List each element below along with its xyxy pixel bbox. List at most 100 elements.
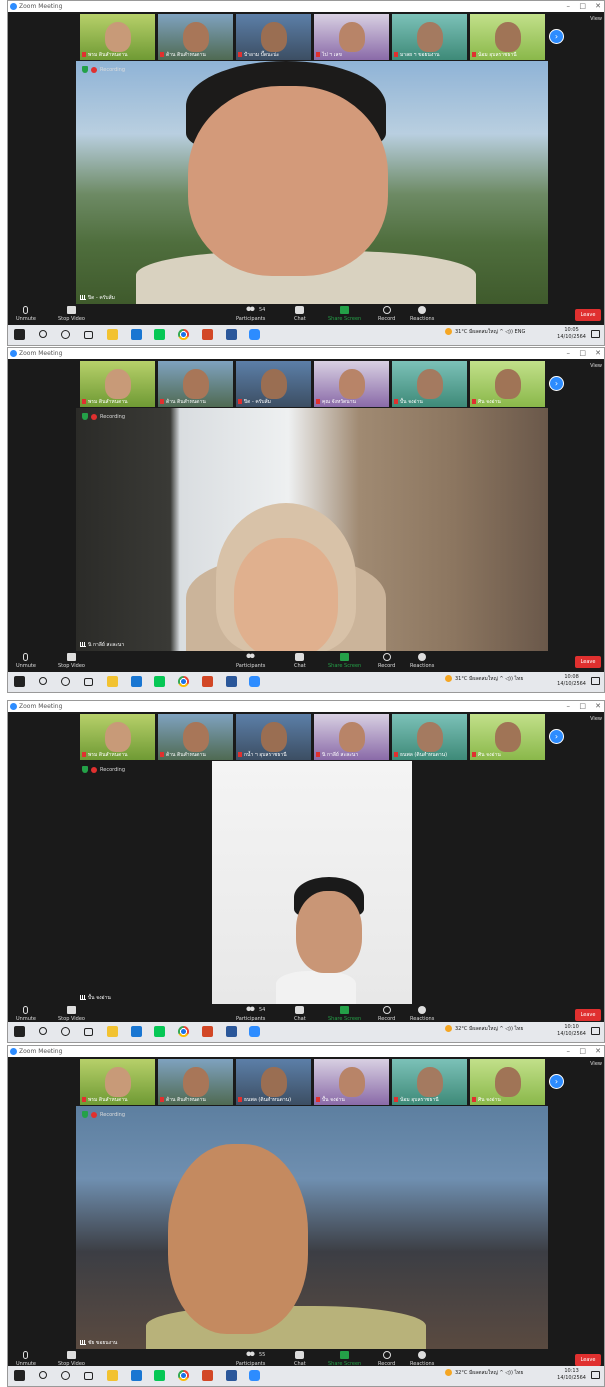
minimize-button[interactable]: –	[567, 349, 571, 357]
start-icon[interactable]	[14, 329, 25, 340]
chrome-icon[interactable]	[178, 676, 189, 687]
search-icon[interactable]	[39, 1027, 47, 1035]
unmute-button[interactable]: Unmute	[16, 653, 36, 669]
notification-icon[interactable]	[591, 330, 600, 338]
line-app-icon[interactable]	[154, 1026, 165, 1037]
share-screen-button[interactable]: Share Screen	[328, 1006, 361, 1022]
mail-icon[interactable]	[131, 676, 142, 687]
word-icon[interactable]	[226, 329, 237, 340]
maximize-button[interactable]: □	[579, 702, 586, 710]
participant-thumbnail[interactable]: ธนพล (ดินสำหนดาน)	[236, 1059, 311, 1105]
participant-thumbnail[interactable]: ด้าน ดินสำหนดาน	[158, 361, 233, 407]
view-button[interactable]: View	[590, 1061, 602, 1067]
cortana-icon[interactable]	[61, 330, 70, 339]
task-view-icon[interactable]	[84, 678, 93, 686]
unmute-button[interactable]: Unmute	[16, 1006, 36, 1022]
participant-thumbnail[interactable]: ด้าน ดินสำหนดาน	[158, 1059, 233, 1105]
participant-thumbnail[interactable]: ไป ฯ เลข	[314, 14, 389, 60]
file-explorer-icon[interactable]	[107, 676, 118, 687]
chat-button[interactable]: Chat	[294, 1351, 306, 1367]
task-view-icon[interactable]	[84, 1372, 93, 1380]
participant-thumbnail[interactable]: พรม ดินสำหนดาน	[80, 14, 155, 60]
mail-icon[interactable]	[131, 329, 142, 340]
next-page-button[interactable]: ›	[549, 29, 564, 44]
word-icon[interactable]	[226, 1026, 237, 1037]
participant-thumbnail[interactable]: ศิน จงอ่าน	[470, 714, 545, 760]
next-page-button[interactable]: ›	[549, 376, 564, 391]
participant-thumbnail[interactable]: ศิน จงอ่าน	[470, 1059, 545, 1105]
chat-button[interactable]: Chat	[294, 653, 306, 669]
share-screen-button[interactable]: Share Screen	[328, 653, 361, 669]
input-language[interactable]: ENG	[515, 329, 526, 335]
stop-video-button[interactable]: Stop Video	[58, 653, 85, 669]
word-icon[interactable]	[226, 1370, 237, 1381]
zoom-app-icon[interactable]	[249, 1370, 260, 1381]
record-button[interactable]: Record	[378, 306, 395, 322]
start-icon[interactable]	[14, 1370, 25, 1381]
file-explorer-icon[interactable]	[107, 329, 118, 340]
cortana-icon[interactable]	[61, 1371, 70, 1380]
participant-thumbnail[interactable]: กน้ำ ฯ อุบลราชธานี	[236, 714, 311, 760]
view-button[interactable]: View	[590, 716, 602, 722]
cortana-icon[interactable]	[61, 677, 70, 686]
input-language[interactable]: ไทย	[515, 1370, 524, 1376]
participant-thumbnail[interactable]: ศิน จงอ่าน	[470, 361, 545, 407]
leave-button[interactable]: Leave	[575, 656, 601, 668]
line-app-icon[interactable]	[154, 329, 165, 340]
stop-video-button[interactable]: Stop Video	[58, 1006, 85, 1022]
chrome-icon[interactable]	[178, 1026, 189, 1037]
share-screen-button[interactable]: Share Screen	[328, 306, 361, 322]
participant-thumbnail[interactable]: น้อม อุบลราชธานี	[470, 14, 545, 60]
stop-video-button[interactable]: Stop Video	[58, 306, 85, 322]
powerpoint-icon[interactable]	[202, 329, 213, 340]
file-explorer-icon[interactable]	[107, 1026, 118, 1037]
unmute-button[interactable]: Unmute	[16, 1351, 36, 1367]
search-icon[interactable]	[39, 330, 47, 338]
participant-thumbnail[interactable]: พรม ดินสำหนดาน	[80, 1059, 155, 1105]
participant-thumbnail[interactable]: ธนพล (ดินสำหนดาน)	[392, 714, 467, 760]
record-button[interactable]: Record	[378, 653, 395, 669]
minimize-button[interactable]: –	[567, 702, 571, 710]
share-screen-button[interactable]: Share Screen	[328, 1351, 361, 1367]
chrome-icon[interactable]	[178, 329, 189, 340]
view-button[interactable]: View	[590, 363, 602, 369]
close-button[interactable]: ✕	[595, 349, 601, 357]
participant-thumbnail[interactable]: น้อม อุบลราชธานี	[392, 1059, 467, 1105]
participant-thumbnail[interactable]: ป้าอาม ปั๊ดนะน่ะ	[236, 14, 311, 60]
stop-video-button[interactable]: Stop Video	[58, 1351, 85, 1367]
notification-icon[interactable]	[591, 677, 600, 685]
close-button[interactable]: ✕	[595, 702, 601, 710]
participant-thumbnail[interactable]: พรม ดินสำหนดาน	[80, 361, 155, 407]
participant-thumbnail[interactable]: มาลย ฯ ขอยนงาน	[392, 14, 467, 60]
leave-button[interactable]: Leave	[575, 1009, 601, 1021]
view-button[interactable]: View	[590, 16, 602, 22]
minimize-button[interactable]: –	[567, 1047, 571, 1055]
maximize-button[interactable]: □	[579, 349, 586, 357]
chrome-icon[interactable]	[178, 1370, 189, 1381]
line-app-icon[interactable]	[154, 676, 165, 687]
line-app-icon[interactable]	[154, 1370, 165, 1381]
search-icon[interactable]	[39, 677, 47, 685]
participants-button[interactable]: Participants	[236, 653, 265, 669]
participant-thumbnail[interactable]: ปั้น จงอ่าน	[392, 361, 467, 407]
word-icon[interactable]	[226, 676, 237, 687]
participant-thumbnail[interactable]: ปิด - ครับส้ม	[236, 361, 311, 407]
mail-icon[interactable]	[131, 1026, 142, 1037]
record-button[interactable]: Record	[378, 1006, 395, 1022]
start-icon[interactable]	[14, 676, 25, 687]
reactions-button[interactable]: Reactions	[410, 306, 434, 322]
mail-icon[interactable]	[131, 1370, 142, 1381]
search-icon[interactable]	[39, 1371, 47, 1379]
powerpoint-icon[interactable]	[202, 1026, 213, 1037]
start-icon[interactable]	[14, 1026, 25, 1037]
cortana-icon[interactable]	[61, 1027, 70, 1036]
maximize-button[interactable]: □	[579, 2, 586, 10]
powerpoint-icon[interactable]	[202, 1370, 213, 1381]
maximize-button[interactable]: □	[579, 1047, 586, 1055]
chat-button[interactable]: Chat	[294, 306, 306, 322]
input-language[interactable]: ไทย	[515, 676, 524, 682]
participant-thumbnail[interactable]: ปั้น จงอ่าน	[314, 1059, 389, 1105]
file-explorer-icon[interactable]	[107, 1370, 118, 1381]
record-button[interactable]: Record	[378, 1351, 395, 1367]
unmute-button[interactable]: Unmute	[16, 306, 36, 322]
